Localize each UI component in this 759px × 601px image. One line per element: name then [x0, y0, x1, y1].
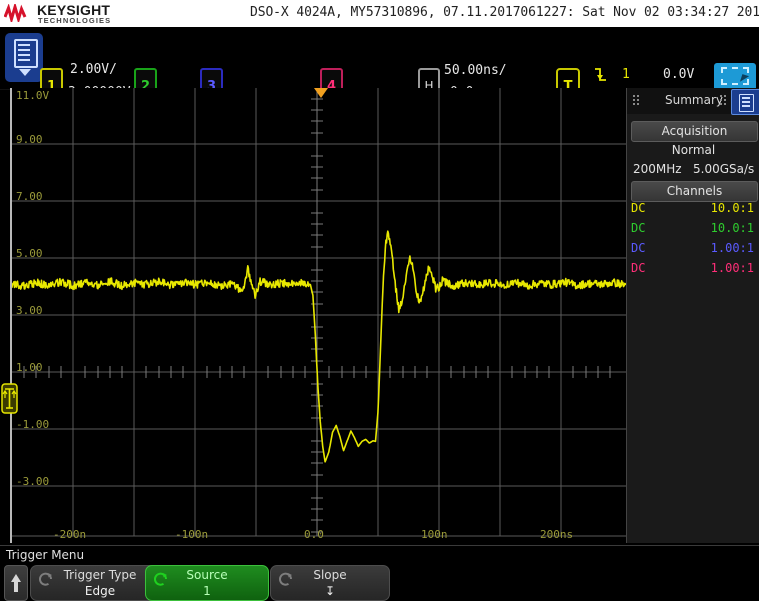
channel-3-probe-ratio: 1.00:1	[710, 241, 754, 255]
summary-panel-button[interactable]	[731, 89, 759, 115]
falling-edge-icon	[595, 68, 606, 81]
keysight-logo-mark	[4, 4, 27, 22]
menu-icon	[14, 39, 38, 68]
x-axis-label-4: 200ns	[540, 528, 574, 541]
channel-summary-row-4[interactable]: DC 1.00:1	[627, 261, 759, 278]
acquisition-sample-rate: 5.00GSa/s	[693, 162, 755, 176]
channel-4-probe-ratio: 1.00:1	[710, 261, 754, 275]
y-axis-label-4: 3.00	[16, 304, 43, 317]
softkey-slope-label: Slope	[313, 568, 347, 582]
menu-back-button[interactable]	[4, 565, 28, 601]
x-axis-label-2: 0.0	[304, 528, 324, 541]
softkey-menu: Trigger Menu Trigger Type Edge Source 1	[0, 545, 759, 601]
softkey-source[interactable]: Source 1	[145, 565, 269, 601]
softkey-slope[interactable]: Slope ↧	[270, 565, 390, 601]
drag-handle-right-icon[interactable]	[720, 95, 726, 107]
channel-1-probe-ratio: 10.0:1	[710, 201, 754, 215]
timebase-scale[interactable]: 50.00ns/	[444, 63, 507, 78]
trigger-level-marker[interactable]	[1, 382, 19, 415]
selection-tool-button[interactable]	[714, 63, 756, 89]
softkey-menu-title: Trigger Menu	[6, 548, 85, 562]
x-axis-label-3: 100n	[421, 528, 448, 541]
channel-summary-row-3[interactable]: DC 1.00:1	[627, 241, 759, 258]
channel-3-coupling: DC	[631, 241, 646, 255]
y-axis-label-5: 1.00	[16, 361, 43, 374]
chevron-down-icon	[19, 69, 31, 76]
graticule-grid	[12, 88, 626, 543]
softkey-source-value: 1	[203, 584, 211, 598]
x-axis-label-1: -100n	[175, 528, 209, 541]
channel-2-probe-ratio: 10.0:1	[710, 221, 754, 235]
drag-handle-left-icon[interactable]	[633, 95, 639, 107]
channel-4-coupling: DC	[631, 261, 646, 275]
channel-2-coupling: DC	[631, 221, 646, 235]
y-axis-label-6: -1.00	[16, 418, 50, 431]
oscilloscope-screen: KEYSIGHT TECHNOLOGIES DSO-X 4024A, MY573…	[0, 0, 759, 601]
acquisition-section-header[interactable]: Acquisition	[631, 121, 758, 142]
up-arrow-icon	[11, 574, 21, 582]
channel-summary-row-1[interactable]: DC 10.0:1	[627, 201, 759, 218]
title-bar: KEYSIGHT TECHNOLOGIES DSO-X 4024A, MY573…	[0, 0, 759, 27]
y-axis-label-7: -3.00	[16, 475, 50, 488]
instrument-info: DSO-X 4024A, MY57310896, 07.11.201706122…	[250, 5, 759, 20]
x-axis-label-0: -200n	[53, 528, 87, 541]
trigger-position-marker[interactable]	[314, 88, 328, 98]
toolbar: 1 2.00V/ 3.00000V 2 3 4 H 50.00ns/ 0.0s …	[0, 27, 759, 113]
sidebar-header: Summary	[627, 88, 759, 115]
trigger-level-value[interactable]: 0.0V	[663, 67, 694, 82]
trigger-source[interactable]: 1	[622, 67, 630, 82]
channel-1-coupling: DC	[631, 201, 646, 215]
y-axis-label-0: 11.0V	[16, 89, 50, 102]
y-axis-label-3: 5.00	[16, 247, 43, 260]
softkey-source-label: Source	[186, 568, 228, 582]
acquisition-bandwidth: 200MHz	[633, 162, 682, 176]
summary-sidebar: Summary Acquisition Normal 200MHz 5.00GS…	[626, 88, 759, 543]
channel-1-scale[interactable]: 2.00V/	[70, 62, 117, 77]
softkey-slope-value: ↧	[324, 584, 336, 598]
logo-text-secondary: TECHNOLOGIES	[38, 16, 112, 25]
main-menu-button[interactable]	[5, 33, 43, 82]
channels-section-header[interactable]: Channels	[631, 181, 758, 202]
acquisition-mode: Normal	[671, 143, 716, 157]
waveform-display[interactable]: 11.0V 9.00 7.00 5.00 3.00 1.00 -1.00 -3.…	[10, 88, 628, 543]
up-arrow-stem	[14, 582, 18, 592]
keysight-logo: KEYSIGHT TECHNOLOGIES	[4, 2, 128, 26]
y-axis-label-1: 9.00	[16, 133, 43, 146]
sidebar-title: Summary	[665, 93, 723, 107]
y-axis-label-2: 7.00	[16, 190, 43, 203]
summary-panel-icon	[739, 94, 754, 112]
channel-summary-row-2[interactable]: DC 10.0:1	[627, 221, 759, 238]
